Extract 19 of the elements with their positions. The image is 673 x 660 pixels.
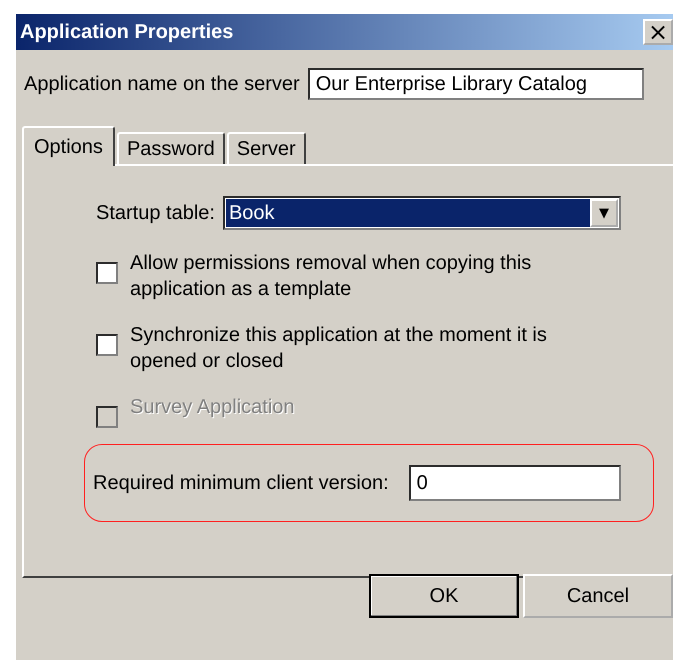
- dropdown-arrow-button[interactable]: ▼: [590, 199, 618, 227]
- checkbox[interactable]: [96, 262, 118, 284]
- field-label: Required minimum client version:: [93, 472, 389, 494]
- field-label: Startup table:: [96, 202, 215, 224]
- tab[interactable]: Options: [22, 126, 115, 166]
- tab[interactable]: Server: [226, 132, 306, 164]
- input-field[interactable]: 0: [408, 465, 621, 501]
- field-label: Application name on the server: [24, 72, 300, 96]
- checkbox-label: Synchronize this application at the moment it is opened or closed: [130, 323, 548, 374]
- checkbox-label: Allow permissions removal when copying this application as a template: [130, 251, 532, 302]
- checkbox[interactable]: [96, 334, 118, 356]
- window-title: Application Properties: [20, 20, 234, 44]
- checkbox-label: Survey Application: [130, 395, 296, 420]
- dropdown[interactable]: Book ▼: [222, 196, 621, 230]
- tab[interactable]: Password: [116, 132, 225, 164]
- close-button[interactable]: ×: [643, 19, 673, 45]
- cancel-button[interactable]: Cancel: [523, 574, 673, 618]
- ok-button[interactable]: OK: [369, 574, 519, 618]
- input-field[interactable]: Our Enterprise Library Catalog: [308, 68, 644, 100]
